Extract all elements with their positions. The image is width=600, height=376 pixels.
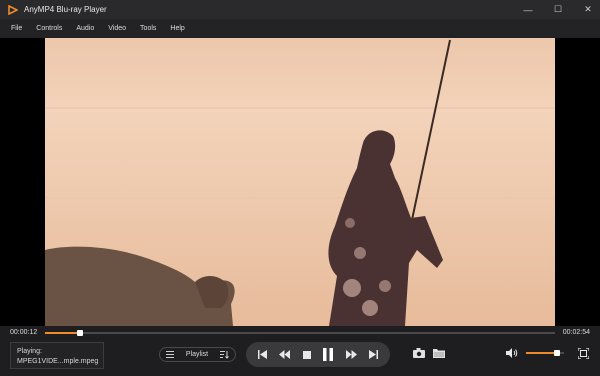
title-bar: AnyMP4 Blu-ray Player — ☐ ✕	[0, 0, 600, 19]
volume-slider[interactable]	[526, 350, 564, 356]
list-icon	[166, 351, 174, 358]
menu-audio[interactable]: Audio	[76, 25, 94, 32]
video-area[interactable]	[0, 38, 600, 326]
playlist-label: Playlist	[185, 351, 209, 358]
mute-button[interactable]	[506, 348, 518, 358]
seek-bar[interactable]	[45, 330, 555, 336]
seek-bar-fill	[45, 332, 80, 334]
seek-bar-thumb[interactable]	[77, 330, 83, 336]
fullscreen-icon	[578, 348, 589, 359]
folder-icon	[433, 349, 445, 358]
app-logo-icon	[8, 4, 18, 15]
video-scene-image	[45, 38, 555, 326]
window-controls: — ☐ ✕	[522, 0, 594, 19]
next-button[interactable]	[368, 350, 378, 359]
app-title: AnyMP4 Blu-ray Player	[24, 5, 107, 14]
menu-controls[interactable]: Controls	[36, 25, 62, 32]
transport-controls	[246, 342, 390, 367]
close-button[interactable]: ✕	[582, 4, 594, 15]
current-time: 00:00:12	[10, 329, 38, 336]
total-time: 00:02:54	[562, 329, 590, 336]
minimize-button[interactable]: —	[522, 5, 534, 15]
volume-icon	[506, 348, 518, 358]
fast-forward-button[interactable]	[345, 350, 357, 359]
menu-tools[interactable]: Tools	[140, 25, 156, 32]
camera-icon	[413, 348, 425, 358]
fullscreen-button[interactable]	[578, 348, 589, 359]
snapshot-button[interactable]	[413, 348, 425, 358]
playlist-button[interactable]: Playlist	[159, 347, 236, 362]
menu-file[interactable]: File	[11, 25, 22, 32]
volume-control	[506, 348, 564, 358]
stop-button[interactable]	[302, 350, 311, 359]
now-playing-label: Playing:	[17, 348, 42, 355]
controls-bar: Playing: MPEG1VIDE...mple.mpeg Playlist	[0, 340, 600, 376]
pause-icon	[323, 348, 334, 361]
now-playing-file: MPEG1VIDE...mple.mpeg	[17, 358, 99, 365]
skip-back-icon	[258, 350, 267, 359]
rewind-button[interactable]	[279, 350, 291, 359]
sort-icon[interactable]	[220, 350, 229, 359]
menu-video[interactable]: Video	[108, 25, 126, 32]
rewind-icon	[279, 350, 291, 359]
menu-help[interactable]: Help	[170, 25, 184, 32]
now-playing-box: Playing: MPEG1VIDE...mple.mpeg	[10, 342, 104, 369]
stop-icon	[302, 350, 311, 359]
open-folder-button[interactable]	[433, 348, 445, 358]
video-frame[interactable]	[45, 38, 555, 326]
volume-slider-thumb[interactable]	[554, 350, 560, 356]
pause-button[interactable]	[323, 348, 334, 361]
maximize-button[interactable]: ☐	[552, 4, 564, 15]
tool-buttons	[413, 348, 445, 358]
fast-forward-icon	[345, 350, 357, 359]
volume-slider-fill	[526, 352, 557, 354]
previous-button[interactable]	[258, 350, 267, 359]
timeline: 00:00:12 00:02:54	[0, 326, 600, 340]
menu-bar: File Controls Audio Video Tools Help	[0, 19, 600, 38]
skip-forward-icon	[368, 350, 378, 359]
